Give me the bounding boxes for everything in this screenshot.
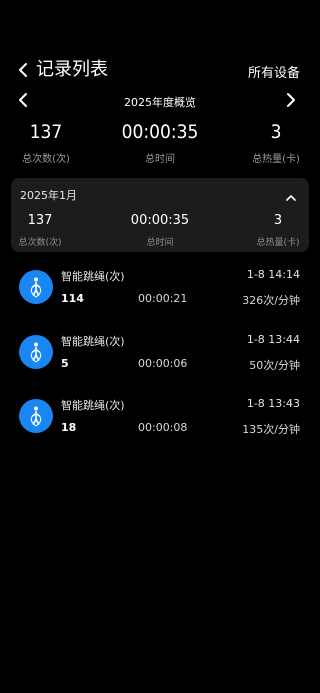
record-count: 114 — [61, 292, 84, 305]
total-count-stat: 137 总次数(次) — [14, 120, 78, 165]
chevron-up-icon — [286, 195, 296, 201]
total-count-label: 总次数(次) — [22, 154, 70, 165]
month-count-label: 总次数(次) — [18, 238, 62, 248]
record-name: 智能跳绳(次) — [61, 335, 125, 348]
month-calories-label: 总热量(卡) — [256, 238, 300, 248]
record-item[interactable]: 智能跳绳(次) 1-8 13:44 5 00:00:06 50次/分钟 — [0, 333, 320, 377]
record-item[interactable]: 智能跳绳(次) 1-8 14:14 114 00:00:21 326次/分钟 — [0, 268, 320, 312]
record-item[interactable]: 智能跳绳(次) 1-8 13:43 18 00:00:08 135次/分钟 — [0, 397, 320, 441]
record-rate: 326次/分钟 — [242, 294, 300, 307]
month-card: 2025年1月 137 总次数(次) 00:00:35 总时间 3 总热量(卡) — [11, 178, 309, 252]
total-time-stat: 00:00:35 总时间 — [120, 120, 200, 165]
year-overview-label: 2025年度概览 — [124, 96, 196, 109]
record-duration: 00:00:08 — [138, 421, 188, 434]
record-count: 18 — [61, 421, 77, 434]
jump-rope-icon — [19, 335, 53, 369]
record-name: 智能跳绳(次) — [61, 270, 125, 283]
chevron-left-icon — [19, 63, 27, 77]
total-calories-label: 总热量(卡) — [252, 154, 300, 165]
record-name: 智能跳绳(次) — [61, 399, 125, 412]
total-calories-value: 3 — [270, 121, 282, 143]
jump-rope-icon — [19, 399, 53, 433]
month-calories-value: 3 — [273, 213, 283, 228]
chevron-right-icon — [287, 93, 295, 107]
month-time-stat: 00:00:35 总时间 — [125, 213, 195, 248]
app-header: 记录列表 所有设备 — [0, 58, 320, 82]
year-navigator: 2025年度概览 — [0, 92, 320, 110]
month-time-label: 总时间 — [146, 238, 174, 248]
record-time: 1-8 13:43 — [246, 397, 300, 410]
all-devices-button[interactable]: 所有设备 — [248, 62, 300, 81]
total-time-label: 总时间 — [145, 154, 175, 165]
month-title: 2025年1月 — [20, 189, 77, 202]
total-count-value: 137 — [29, 121, 63, 143]
record-rate: 135次/分钟 — [242, 423, 300, 436]
next-year-button[interactable] — [286, 92, 300, 110]
month-count-value: 137 — [27, 213, 53, 228]
record-rate: 50次/分钟 — [249, 359, 300, 372]
page-title: 记录列表 — [36, 59, 108, 80]
jump-rope-icon — [19, 270, 53, 304]
collapse-month-button[interactable] — [285, 188, 297, 201]
record-time: 1-8 13:44 — [246, 333, 300, 346]
back-button[interactable]: 记录列表 — [16, 58, 108, 82]
record-time: 1-8 14:14 — [246, 268, 300, 281]
month-count-stat: 137 总次数(次) — [15, 213, 65, 248]
total-time-value: 00:00:35 — [121, 121, 199, 143]
month-calories-stat: 3 总热量(卡) — [253, 213, 303, 248]
record-duration: 00:00:21 — [138, 292, 188, 305]
year-summary: 137 总次数(次) 00:00:35 总时间 3 总热量(卡) — [0, 120, 320, 170]
month-time-value: 00:00:35 — [130, 213, 190, 228]
record-duration: 00:00:06 — [138, 357, 188, 370]
record-count: 5 — [61, 357, 69, 370]
total-calories-stat: 3 总热量(卡) — [244, 120, 308, 165]
